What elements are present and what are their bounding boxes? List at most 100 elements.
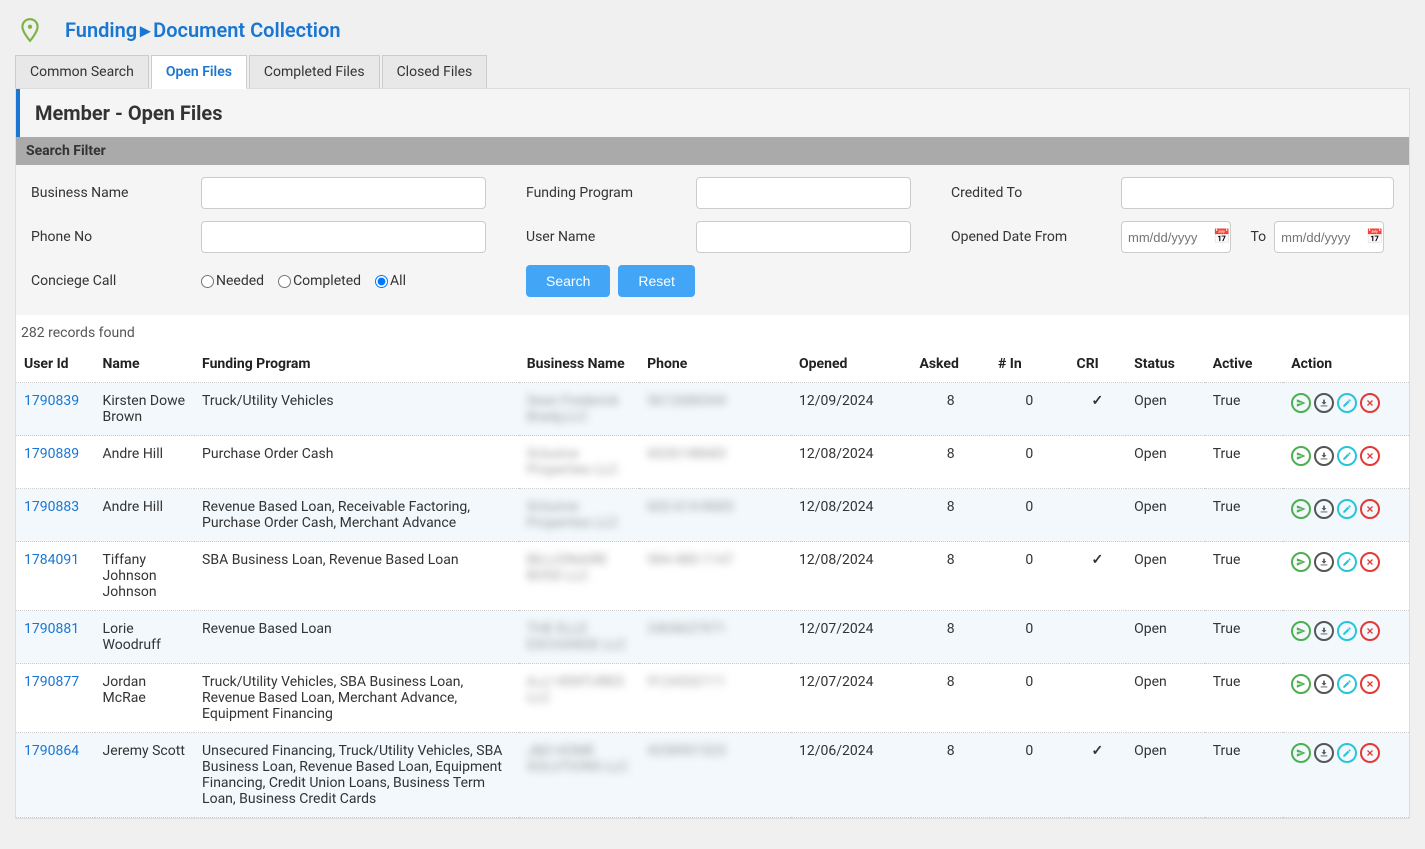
cell-active: True <box>1205 733 1284 818</box>
phone-no-input[interactable] <box>201 221 486 253</box>
col-program[interactable]: Funding Program <box>194 346 519 383</box>
cell-program: Purchase Order Cash <box>194 436 519 489</box>
col-cri[interactable]: CRI <box>1069 346 1127 383</box>
download-icon[interactable] <box>1314 674 1334 694</box>
cell-in: 0 <box>990 733 1069 818</box>
send-icon[interactable] <box>1291 743 1311 763</box>
cell-asked: 8 <box>911 611 990 664</box>
tab-open-files[interactable]: Open Files <box>151 55 247 89</box>
cell-status: Open <box>1126 489 1205 542</box>
cell-cri <box>1069 611 1127 664</box>
cell-asked: 8 <box>911 436 990 489</box>
cell-name: Lorie Woodruff <box>95 611 195 664</box>
download-icon[interactable] <box>1314 552 1334 572</box>
cell-name: Jordan McRae <box>95 664 195 733</box>
col-business[interactable]: Business Name <box>519 346 639 383</box>
breadcrumb-current[interactable]: Document Collection <box>153 18 340 42</box>
tab-common-search[interactable]: Common Search <box>15 55 149 88</box>
col-name[interactable]: Name <box>95 346 195 383</box>
radio-completed[interactable]: Completed <box>278 273 361 289</box>
send-icon[interactable] <box>1291 499 1311 519</box>
cell-program: Revenue Based Loan, Receivable Factoring… <box>194 489 519 542</box>
cell-business: Sean Frederick Brady,LLC <box>519 383 639 436</box>
close-icon[interactable] <box>1360 499 1380 519</box>
cell-asked: 8 <box>911 383 990 436</box>
label-phone-no: Phone No <box>31 229 201 245</box>
edit-icon[interactable] <box>1337 552 1357 572</box>
close-icon[interactable] <box>1360 674 1380 694</box>
edit-icon[interactable] <box>1337 743 1357 763</box>
cell-active: True <box>1205 383 1284 436</box>
col-status[interactable]: Status <box>1126 346 1205 383</box>
user-id-link[interactable]: 1790839 <box>24 393 79 409</box>
radio-needed[interactable]: Needed <box>201 273 264 289</box>
send-icon[interactable] <box>1291 552 1311 572</box>
cell-name: Tiffany Johnson Johnson <box>95 542 195 611</box>
download-icon[interactable] <box>1314 743 1334 763</box>
cell-phone: 5612686544 <box>639 383 791 436</box>
cell-active: True <box>1205 436 1284 489</box>
credited-to-input[interactable] <box>1121 177 1394 209</box>
label-credited-to: Credited To <box>951 185 1121 201</box>
cell-business: Xclusive Properties LLC <box>519 436 639 489</box>
edit-icon[interactable] <box>1337 621 1357 641</box>
page-title: Member - Open Files <box>35 101 1394 125</box>
cell-name: Andre Hill <box>95 436 195 489</box>
send-icon[interactable] <box>1291 674 1311 694</box>
breadcrumb-parent[interactable]: Funding <box>65 18 137 42</box>
edit-icon[interactable] <box>1337 499 1357 519</box>
edit-icon[interactable] <box>1337 674 1357 694</box>
tab-completed-files[interactable]: Completed Files <box>249 55 380 88</box>
tab-closed-files[interactable]: Closed Files <box>382 55 488 88</box>
cell-business: THE ELLE EXCHANGE LLC <box>519 611 639 664</box>
filter-header: Search Filter <box>16 137 1409 165</box>
close-icon[interactable] <box>1360 621 1380 641</box>
download-icon[interactable] <box>1314 446 1334 466</box>
download-icon[interactable] <box>1314 621 1334 641</box>
user-id-link[interactable]: 1790883 <box>24 499 79 515</box>
edit-icon[interactable] <box>1337 446 1357 466</box>
close-icon[interactable] <box>1360 743 1380 763</box>
cell-program: Unsecured Financing, Truck/Utility Vehic… <box>194 733 519 818</box>
col-phone[interactable]: Phone <box>639 346 791 383</box>
app-logo <box>15 15 45 45</box>
download-icon[interactable] <box>1314 393 1334 413</box>
user-id-link[interactable]: 1790889 <box>24 446 79 462</box>
user-id-link[interactable]: 1784091 <box>24 552 79 568</box>
radio-all[interactable]: All <box>375 273 406 289</box>
table-row: 1790889 Andre Hill Purchase Order Cash X… <box>16 436 1409 489</box>
cell-cri: ✓ <box>1069 383 1127 436</box>
close-icon[interactable] <box>1360 552 1380 572</box>
cell-status: Open <box>1126 664 1205 733</box>
cell-phone: 2404637971 <box>639 611 791 664</box>
cell-opened: 12/08/2024 <box>791 436 911 489</box>
label-business-name: Business Name <box>31 185 201 201</box>
business-name-input[interactable] <box>201 177 486 209</box>
send-icon[interactable] <box>1291 621 1311 641</box>
cell-in: 0 <box>990 383 1069 436</box>
col-in[interactable]: # In <box>990 346 1069 383</box>
user-id-link[interactable]: 1790877 <box>24 674 79 690</box>
table-row: 1784091 Tiffany Johnson Johnson SBA Busi… <box>16 542 1409 611</box>
col-active[interactable]: Active <box>1205 346 1284 383</box>
col-asked[interactable]: Asked <box>911 346 990 383</box>
user-id-link[interactable]: 1790881 <box>24 621 79 637</box>
user-id-link[interactable]: 1790864 <box>24 743 79 759</box>
cell-status: Open <box>1126 542 1205 611</box>
send-icon[interactable] <box>1291 393 1311 413</box>
label-opened-from: Opened Date From <box>951 229 1121 245</box>
close-icon[interactable] <box>1360 393 1380 413</box>
funding-program-input[interactable] <box>696 177 911 209</box>
close-icon[interactable] <box>1360 446 1380 466</box>
col-user-id[interactable]: User Id <box>16 346 95 383</box>
cell-name: Kirsten Dowe Brown <box>95 383 195 436</box>
send-icon[interactable] <box>1291 446 1311 466</box>
reset-button[interactable]: Reset <box>618 265 695 297</box>
cell-program: Truck/Utility Vehicles <box>194 383 519 436</box>
download-icon[interactable] <box>1314 499 1334 519</box>
cell-program: Revenue Based Loan <box>194 611 519 664</box>
col-opened[interactable]: Opened <box>791 346 911 383</box>
user-name-input[interactable] <box>696 221 911 253</box>
search-button[interactable]: Search <box>526 265 610 297</box>
edit-icon[interactable] <box>1337 393 1357 413</box>
